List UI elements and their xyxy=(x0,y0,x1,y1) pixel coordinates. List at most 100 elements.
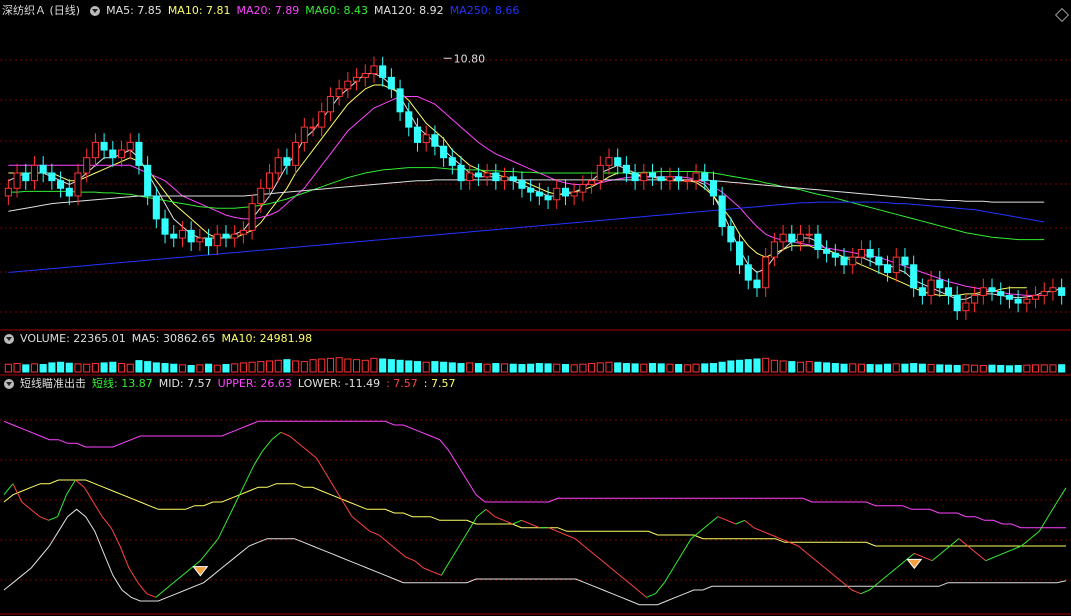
short-line-segment xyxy=(324,472,335,488)
candle-body xyxy=(666,176,674,182)
short-line-segment xyxy=(628,582,638,591)
short-line-segment xyxy=(378,534,389,543)
volume-bar xyxy=(944,364,953,373)
candle-body xyxy=(178,229,186,239)
volume-bar xyxy=(231,363,239,373)
candle-body xyxy=(779,233,787,243)
short-line-segment xyxy=(1038,516,1049,532)
price-legend: MA5: 7.85 MA10: 7.81 MA20: 7.89 MA60: 8.43 M… xyxy=(106,4,525,18)
price-menu-icon[interactable] xyxy=(90,6,101,16)
volume-title: VOLUME: 22365.01 xyxy=(20,332,126,345)
legend-entry: MA10: 24981.98 xyxy=(221,332,313,345)
short-line-segment xyxy=(137,582,148,594)
short-line-segment xyxy=(369,530,380,536)
candle-body xyxy=(936,279,944,289)
short-line-segment xyxy=(806,552,817,562)
indicator-legend: 短线: 13.87 MID: 7.57 UPPER: 26.63 LOWER: -11… xyxy=(92,377,462,391)
short-line-segment xyxy=(851,589,861,595)
candle-body xyxy=(762,256,770,289)
short-line-segment xyxy=(48,516,58,521)
candle-body xyxy=(553,187,561,201)
candle-body xyxy=(292,141,300,166)
volume-bar xyxy=(675,364,683,373)
volume-bar xyxy=(927,364,935,373)
short-line-segment xyxy=(771,534,781,540)
volume-bar xyxy=(692,363,700,373)
volume-bar xyxy=(579,363,587,373)
short-line-segment xyxy=(1047,501,1058,517)
buy-marker-icon xyxy=(906,558,923,570)
short-line-segment xyxy=(940,545,951,554)
short-line-segment xyxy=(432,571,442,576)
volume-bar xyxy=(553,363,561,373)
legend-entry: MA60: 8.43 xyxy=(305,4,368,17)
volume-bar xyxy=(1040,364,1048,373)
candle-body xyxy=(744,264,752,281)
short-line-segment xyxy=(155,589,165,598)
short-line-segment xyxy=(601,560,612,569)
candle-body xyxy=(161,218,169,235)
volume-bar xyxy=(979,365,987,373)
legend-entry: UPPER: 26.63 xyxy=(217,377,292,390)
volume-bar xyxy=(588,363,596,373)
candle-body xyxy=(187,229,195,243)
volume-bar xyxy=(65,362,73,373)
short-line-segment xyxy=(548,527,558,532)
volume-bar xyxy=(187,365,195,373)
price-annotation: 10.80 xyxy=(454,52,486,65)
candle-body xyxy=(518,180,526,189)
candle-body xyxy=(962,302,970,312)
candle-body xyxy=(109,149,117,159)
indicator-menu-icon[interactable] xyxy=(4,379,14,389)
candle-body xyxy=(727,226,735,243)
volume-bar xyxy=(405,360,413,373)
short-line-segment xyxy=(12,483,23,503)
candle-body xyxy=(457,164,465,182)
candle-body xyxy=(57,180,65,189)
candle-body xyxy=(231,233,239,239)
volume-bar xyxy=(144,361,152,373)
volume-bar xyxy=(1049,364,1057,373)
volume-menu-icon[interactable] xyxy=(4,334,14,344)
volume-bar xyxy=(205,363,213,373)
volume-bar xyxy=(292,360,300,373)
volume-bar xyxy=(39,364,47,373)
short-line-segment xyxy=(708,516,719,525)
short-line-segment xyxy=(146,593,156,598)
legend-entry: MA20: 7.89 xyxy=(236,4,300,17)
short-line-segment xyxy=(342,501,353,517)
volume-bar xyxy=(997,365,1005,373)
volume-bar xyxy=(962,364,970,373)
legend-entry: : 7.57 xyxy=(423,377,456,390)
candle-body xyxy=(370,65,378,75)
short-line-segment xyxy=(887,567,897,576)
candle-body xyxy=(205,237,213,247)
volume-bar xyxy=(248,361,256,373)
volume-bar xyxy=(527,363,535,373)
short-line-segment xyxy=(878,574,888,584)
candle-body xyxy=(318,111,326,128)
short-line-segment xyxy=(92,501,103,517)
volume-bar xyxy=(117,363,126,373)
short-line-segment xyxy=(30,508,41,518)
volume-bar xyxy=(257,361,265,373)
candle-body xyxy=(527,187,535,193)
candle-body xyxy=(405,111,413,128)
candle-body xyxy=(692,172,700,182)
volume-bar xyxy=(22,364,30,373)
volume-header: VOLUME: 22365.01 MA5: 30862.65 MA10: 2498… xyxy=(0,332,324,346)
volume-bar xyxy=(1031,364,1040,373)
volume-bar xyxy=(370,357,378,373)
short-line-segment xyxy=(199,549,210,561)
short-line-segment xyxy=(681,538,692,554)
short-line-segment xyxy=(244,465,255,484)
volume-bar xyxy=(762,357,770,373)
candle-body xyxy=(753,279,761,289)
short-line-segment xyxy=(860,589,870,595)
candle-body xyxy=(875,256,883,266)
candle-body xyxy=(335,88,343,97)
candle-body xyxy=(979,287,987,296)
volume-bar xyxy=(196,364,204,373)
volume-bar xyxy=(901,363,909,373)
short-line-segment xyxy=(985,556,995,562)
